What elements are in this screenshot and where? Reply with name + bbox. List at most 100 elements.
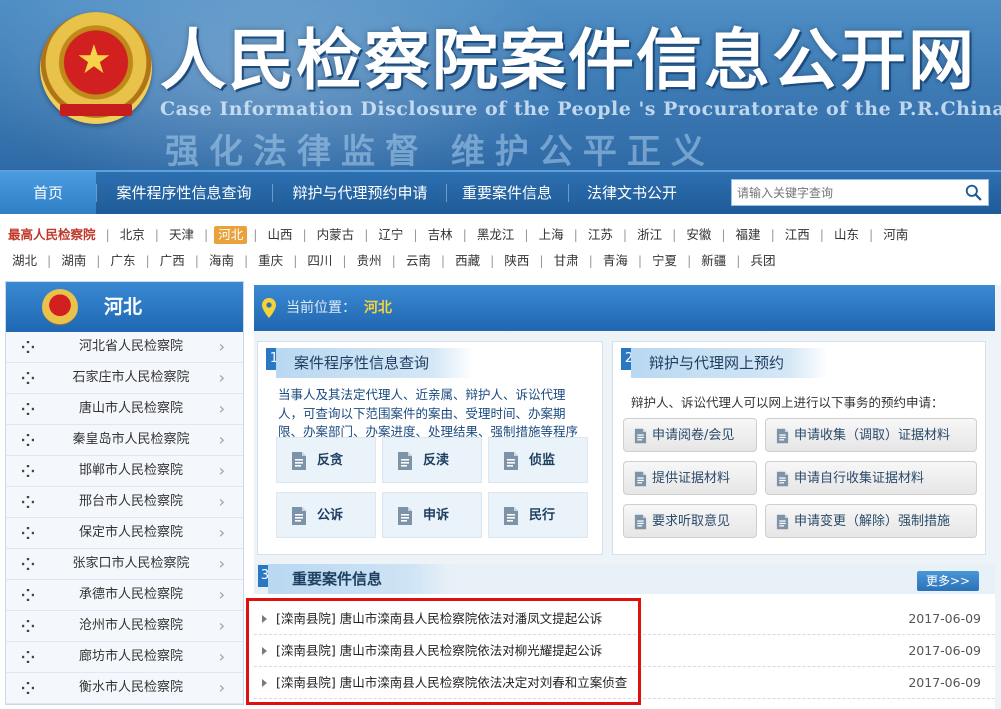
nav-defense-appointment[interactable]: 辩护与代理预约申请 — [280, 172, 440, 214]
defense-appointment-card: 2 辩护与代理网上预约 辩护人、诉讼代理人可以网上进行以下事务的预约申请： 申请… — [612, 341, 986, 555]
sidebar-item[interactable]: 承德市人民检察院 › — [6, 580, 243, 611]
province-link[interactable]: 贵州 — [353, 248, 386, 274]
sidebar-item[interactable]: 邢台市人民检察院 › — [6, 487, 243, 518]
chevron-right-icon: › — [218, 616, 225, 635]
province-link[interactable]: 湖北 — [8, 248, 41, 274]
location-pin-icon — [262, 298, 276, 318]
sidebar-item-label: 沧州市人民检察院 — [78, 618, 183, 633]
province-divider: | — [539, 253, 544, 268]
province-link[interactable]: 海南 — [205, 248, 238, 274]
sidebar: 河北 河北省人民检察院 › 石家庄市人民检察院 › 唐山市人民检察院 › 秦皇岛市人民检察院… — [5, 281, 244, 705]
province-link[interactable]: 浙江 — [633, 222, 666, 248]
news-row[interactable]: [滦南县院] 唐山市滦南县人民检察院依法对柳光耀提起公诉 2017-06-09 — [254, 635, 995, 667]
province-divider: | — [721, 227, 726, 242]
province-link[interactable]: 四川 — [303, 248, 336, 274]
sidebar-item[interactable]: 保定市人民检察院 › — [6, 518, 243, 549]
province-link[interactable]: 山东 — [830, 222, 863, 248]
province-link[interactable]: 江苏 — [584, 222, 617, 248]
province-link[interactable]: 安徽 — [682, 222, 715, 248]
more-button[interactable]: 更多>> — [917, 571, 979, 591]
document-icon — [398, 507, 412, 525]
province-divider: | — [622, 227, 628, 242]
search-icon[interactable] — [965, 184, 982, 201]
province-link[interactable]: 吉林 — [424, 222, 457, 248]
province-link[interactable]: 最高人民检察院 — [8, 222, 100, 248]
sidebar-item[interactable]: 衡水市人民检察院 › — [6, 673, 243, 704]
nav-home[interactable]: 首页 — [0, 172, 96, 214]
province-link[interactable]: 兵团 — [747, 248, 780, 274]
sidebar-header: 河北 — [6, 282, 243, 332]
bullet-icon — [22, 372, 34, 384]
province-divider: | — [243, 253, 249, 268]
province-divider: | — [302, 227, 307, 242]
news-title[interactable]: [滦南县院] 唐山市滦南县人民检察院依法对潘凤文提起公诉 — [276, 603, 602, 635]
case-type-tile[interactable]: 反贪 — [276, 437, 376, 483]
province-link[interactable]: 云南 — [402, 248, 435, 274]
appointment-button[interactable]: 申请自行收集证据材料 — [765, 461, 977, 495]
province-link[interactable]: 河北 — [214, 226, 248, 244]
province-link[interactable]: 广东 — [106, 248, 139, 274]
province-row: 湖北 | 湖南 | 广东 | 广西 | 海南 | 重庆 | 四川 | 贵州 | 云南 | 西藏 | 陕西 | 甘肃 | 青海 | 宁… — [8, 248, 993, 274]
sidebar-item-label: 衡水市人民检察院 — [78, 680, 183, 695]
tile-label: 民行 — [529, 508, 556, 523]
nav-legal-documents[interactable]: 法律文书公开 — [576, 172, 688, 214]
province-link[interactable]: 黑龙江 — [473, 222, 519, 248]
appointment-button[interactable]: 申请收集（调取）证据材料 — [765, 418, 977, 452]
bullet-icon — [22, 434, 34, 446]
appointment-button[interactable]: 提供证据材料 — [623, 461, 757, 495]
sidebar-item[interactable]: 张家口市人民检察院 › — [6, 549, 243, 580]
sidebar-item[interactable]: 沧州市人民检察院 › — [6, 611, 243, 642]
sidebar-item[interactable]: 石家庄市人民检察院 › — [6, 363, 243, 394]
province-link[interactable]: 宁夏 — [648, 248, 681, 274]
news-title[interactable]: [滦南县院] 唐山市滦南县人民检察院依法对柳光耀提起公诉 — [276, 635, 602, 667]
case-type-tile[interactable]: 申诉 — [382, 492, 482, 538]
document-icon — [504, 452, 518, 470]
tile-label: 申诉 — [423, 508, 450, 523]
appointment-button[interactable]: 申请阅卷/会见 — [623, 418, 757, 452]
province-link[interactable]: 内蒙古 — [313, 222, 359, 248]
search-input[interactable] — [732, 180, 952, 205]
province-link[interactable]: 上海 — [535, 222, 568, 248]
nav-important-cases[interactable]: 重要案件信息 — [452, 172, 562, 214]
case-type-tile[interactable]: 民行 — [488, 492, 588, 538]
sidebar-item-label: 河北省人民检察院 — [78, 339, 183, 354]
case-type-tile[interactable]: 公诉 — [276, 492, 376, 538]
province-divider: | — [154, 227, 159, 242]
province-link[interactable]: 甘肃 — [550, 248, 583, 274]
province-link[interactable]: 天津 — [165, 222, 198, 248]
province-link[interactable]: 陕西 — [500, 248, 533, 274]
news-row[interactable]: [滦南县院] 唐山市滦南县人民检察院依法决定对刘春和立案侦查 2017-06-09 — [254, 667, 995, 699]
province-link[interactable]: 青海 — [599, 248, 632, 274]
tile-label: 反贪 — [317, 453, 344, 468]
sidebar-item[interactable]: 廊坊市人民检察院 › — [6, 642, 243, 673]
province-link[interactable]: 山西 — [263, 222, 296, 248]
province-link[interactable]: 广西 — [156, 248, 189, 274]
sidebar-item[interactable]: 唐山市人民检察院 › — [6, 394, 243, 425]
news-title[interactable]: [滦南县院] 唐山市滦南县人民检察院依法决定对刘春和立案侦查 — [276, 667, 627, 699]
province-link[interactable]: 辽宁 — [374, 222, 407, 248]
nav-case-query[interactable]: 案件程序性信息查询 — [104, 172, 264, 214]
sidebar-item[interactable]: 河北省人民检察院 › — [6, 332, 243, 363]
province-link[interactable]: 新疆 — [697, 248, 730, 274]
province-link[interactable]: 湖南 — [57, 248, 90, 274]
breadcrumb-label: 当前位置： — [286, 300, 356, 316]
sidebar-item[interactable]: 秦皇岛市人民检察院 › — [6, 425, 243, 456]
case-type-tile[interactable]: 反渎 — [382, 437, 482, 483]
news-row[interactable]: [滦南县院] 唐山市滦南县人民检察院依法对潘凤文提起公诉 2017-06-09 — [254, 603, 995, 635]
province-link[interactable]: 西藏 — [451, 248, 484, 274]
province-divider: | — [47, 253, 52, 268]
province-link[interactable]: 重庆 — [254, 248, 287, 274]
section-title: 案件程序性信息查询 — [276, 348, 474, 378]
province-link[interactable]: 河南 — [879, 222, 912, 248]
bullet-icon — [22, 403, 34, 415]
chevron-right-icon: › — [218, 461, 225, 480]
province-link[interactable]: 福建 — [732, 222, 765, 248]
breadcrumb-current[interactable]: 河北 — [364, 285, 392, 331]
appointment-button[interactable]: 要求听取意见 — [623, 504, 757, 538]
province-link[interactable]: 北京 — [116, 222, 149, 248]
tile-label: 公诉 — [317, 508, 344, 523]
appointment-button[interactable]: 申请变更（解除）强制措施 — [765, 504, 977, 538]
province-link[interactable]: 江西 — [781, 222, 814, 248]
case-type-tile[interactable]: 侦监 — [488, 437, 588, 483]
sidebar-item[interactable]: 邯郸市人民检察院 › — [6, 456, 243, 487]
